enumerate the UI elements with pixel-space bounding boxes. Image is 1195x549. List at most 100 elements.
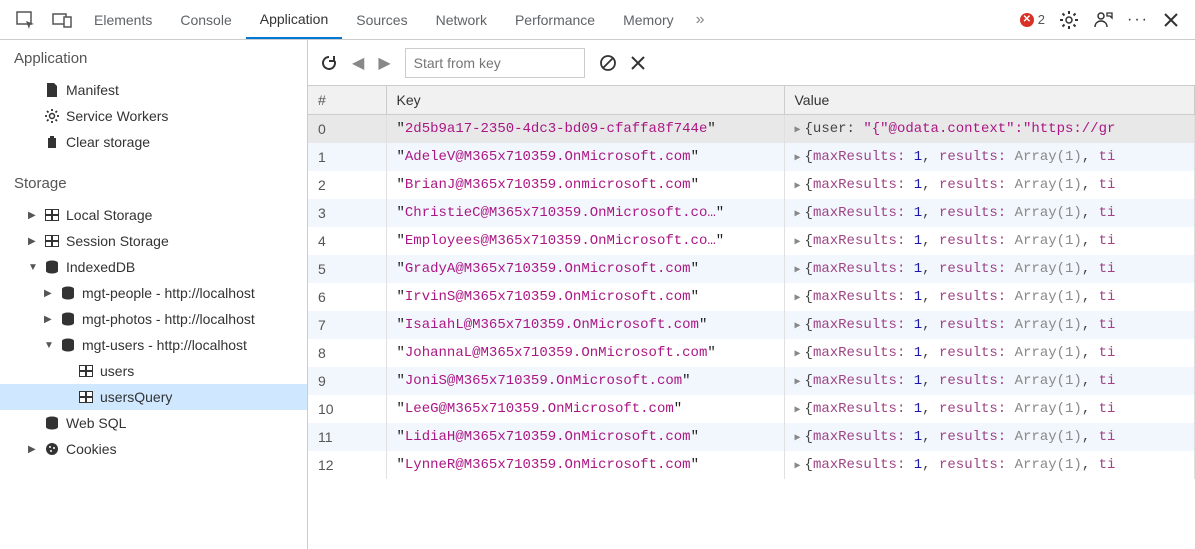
row-key: "Employees@M365x710359.OnMicrosoft.co…" [386,227,784,255]
expand-icon[interactable]: ▶ [44,314,54,325]
collapse-icon[interactable]: ▼ [44,340,54,351]
expand-icon[interactable]: ▶ [28,444,38,455]
trash-icon [44,134,60,150]
row-key: "AdeleV@M365x710359.OnMicrosoft.com" [386,143,784,171]
gear-icon [44,108,60,124]
sidebar-item-store-usersquery[interactable]: ▶ usersQuery [0,384,307,410]
inspect-element-icon[interactable] [8,0,44,39]
sidebar-item-service-workers[interactable]: ▶ Service Workers [0,103,307,129]
row-value: ▶{maxResults: 1, results: Array(1), ti [784,395,1195,423]
sidebar-item-manifest[interactable]: ▶ Manifest [0,77,307,103]
table-icon [44,207,60,223]
row-value: ▶{maxResults: 1, results: Array(1), ti [784,339,1195,367]
tab-console[interactable]: Console [166,0,245,39]
expand-icon[interactable]: ▶ [28,236,38,247]
error-count: 2 [1038,12,1045,27]
table-row[interactable]: 8"JohannaL@M365x710359.OnMicrosoft.com"▶… [308,339,1195,367]
row-index: 2 [308,171,386,199]
sidebar-item-local-storage[interactable]: ▶ Local Storage [0,202,307,228]
database-icon [60,337,76,353]
table-row[interactable]: 12"LynneR@M365x710359.OnMicrosoft.com"▶{… [308,451,1195,479]
table-row[interactable]: 1"AdeleV@M365x710359.OnMicrosoft.com"▶{m… [308,143,1195,171]
table-row[interactable]: 9"JoniS@M365x710359.OnMicrosoft.com"▶{ma… [308,367,1195,395]
row-index: 11 [308,423,386,451]
column-key[interactable]: Key [386,86,784,115]
sidebar-item-db-photos[interactable]: ▶ mgt-photos - http://localhost [0,306,307,332]
table-row[interactable]: 7"IsaiahL@M365x710359.OnMicrosoft.com"▶{… [308,311,1195,339]
row-key: "IsaiahL@M365x710359.OnMicrosoft.com" [386,311,784,339]
feedback-icon[interactable] [1093,10,1113,30]
table-icon [78,363,94,379]
clear-objectstore-icon[interactable] [599,54,617,72]
column-index[interactable]: # [308,86,386,115]
close-icon[interactable] [1163,12,1179,28]
row-value: ▶{maxResults: 1, results: Array(1), ti [784,283,1195,311]
cookie-icon [44,441,60,457]
row-value: ▶{maxResults: 1, results: Array(1), ti [784,423,1195,451]
row-index: 12 [308,451,386,479]
objectstore-table: # Key Value 0"2d5b9a17-2350-4dc3-bd09-cf… [308,86,1195,479]
sidebar-item-indexeddb[interactable]: ▼ IndexedDB [0,254,307,280]
database-icon [60,311,76,327]
row-key: "ChristieC@M365x710359.OnMicrosoft.co…" [386,199,784,227]
sidebar-item-store-users[interactable]: ▶ users [0,358,307,384]
toggle-device-icon[interactable] [44,0,80,39]
row-value: ▶{maxResults: 1, results: Array(1), ti [784,311,1195,339]
row-index: 5 [308,255,386,283]
settings-icon[interactable] [1059,10,1079,30]
row-value: ▶{user: "{"@odata.context":"https://gr [784,115,1195,144]
sidebar-item-websql[interactable]: ▶ Web SQL [0,410,307,436]
row-index: 0 [308,115,386,144]
table-icon [78,389,94,405]
file-icon [44,82,60,98]
start-from-key-input[interactable] [405,48,585,78]
row-key: "BrianJ@M365x710359.onmicrosoft.com" [386,171,784,199]
more-tabs-icon[interactable]: » [688,0,713,39]
tab-performance[interactable]: Performance [501,0,609,39]
table-row[interactable]: 0"2d5b9a17-2350-4dc3-bd09-cfaffa8f744e"▶… [308,115,1195,144]
refresh-icon[interactable] [320,54,338,72]
row-key: "IrvinS@M365x710359.OnMicrosoft.com" [386,283,784,311]
error-icon: ✕ [1020,13,1034,27]
expand-icon[interactable]: ▶ [44,288,54,299]
table-row[interactable]: 11"LidiaH@M365x710359.OnMicrosoft.com"▶{… [308,423,1195,451]
tab-application[interactable]: Application [246,0,343,39]
sidebar-item-cookies[interactable]: ▶ Cookies [0,436,307,462]
section-storage: Storage [0,165,307,202]
row-index: 1 [308,143,386,171]
row-index: 7 [308,311,386,339]
row-value: ▶{maxResults: 1, results: Array(1), ti [784,199,1195,227]
prev-page-icon[interactable]: ◀ [352,53,364,73]
sidebar-item-session-storage[interactable]: ▶ Session Storage [0,228,307,254]
collapse-icon[interactable]: ▼ [28,262,38,273]
more-icon[interactable]: ··· [1127,11,1149,29]
table-row[interactable]: 5"GradyA@M365x710359.OnMicrosoft.com"▶{m… [308,255,1195,283]
row-key: "LeeG@M365x710359.OnMicrosoft.com" [386,395,784,423]
row-value: ▶{maxResults: 1, results: Array(1), ti [784,227,1195,255]
table-row[interactable]: 2"BrianJ@M365x710359.onmicrosoft.com"▶{m… [308,171,1195,199]
table-row[interactable]: 3"ChristieC@M365x710359.OnMicrosoft.co…"… [308,199,1195,227]
column-value[interactable]: Value [784,86,1195,115]
tab-memory[interactable]: Memory [609,0,688,39]
tab-sources[interactable]: Sources [342,0,421,39]
table-icon [44,233,60,249]
sidebar-item-db-people[interactable]: ▶ mgt-people - http://localhost [0,280,307,306]
tab-network[interactable]: Network [422,0,501,39]
table-row[interactable]: 10"LeeG@M365x710359.OnMicrosoft.com"▶{ma… [308,395,1195,423]
sidebar-item-db-users[interactable]: ▼ mgt-users - http://localhost [0,332,307,358]
row-value: ▶{maxResults: 1, results: Array(1), ti [784,255,1195,283]
table-row[interactable]: 6"IrvinS@M365x710359.OnMicrosoft.com"▶{m… [308,283,1195,311]
sidebar-item-clear-storage[interactable]: ▶ Clear storage [0,129,307,155]
tab-elements[interactable]: Elements [80,0,166,39]
row-key: "LidiaH@M365x710359.OnMicrosoft.com" [386,423,784,451]
row-index: 9 [308,367,386,395]
delete-selected-icon[interactable] [631,56,645,70]
table-row[interactable]: 4"Employees@M365x710359.OnMicrosoft.co…"… [308,227,1195,255]
error-indicator[interactable]: ✕ 2 [1020,12,1045,27]
next-page-icon[interactable]: ▶ [378,53,390,73]
row-key: "LynneR@M365x710359.OnMicrosoft.com" [386,451,784,479]
row-key: "2d5b9a17-2350-4dc3-bd09-cfaffa8f744e" [386,115,784,144]
row-key: "JohannaL@M365x710359.OnMicrosoft.com" [386,339,784,367]
section-application: Application [0,40,307,77]
expand-icon[interactable]: ▶ [28,210,38,221]
